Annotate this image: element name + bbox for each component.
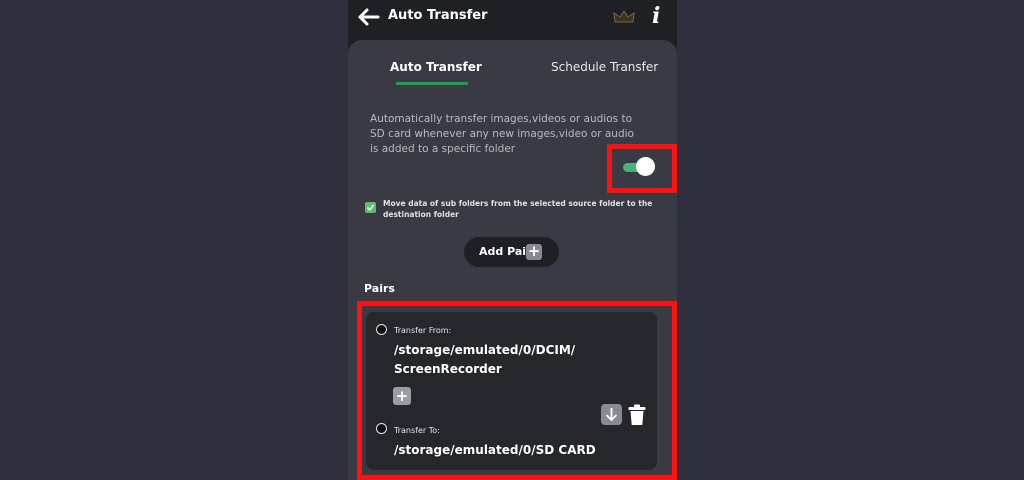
plus-icon: + (526, 242, 542, 260)
checkmark-icon (366, 204, 375, 212)
toggle-highlight-box (607, 144, 677, 193)
auto-transfer-description: Automatically transfer images,videos or … (370, 113, 634, 155)
tab-auto-transfer[interactable]: Auto Transfer (390, 60, 482, 74)
tab-schedule-transfer[interactable]: Schedule Transfer (551, 60, 658, 74)
active-tab-indicator (396, 82, 468, 85)
app-bar: Auto Transfer i (348, 0, 677, 38)
pairs-heading: Pairs (364, 282, 395, 295)
back-arrow-icon[interactable] (358, 8, 380, 26)
page-title: Auto Transfer (388, 8, 488, 23)
subfolder-checkbox-label: Move data of sub folders from the select… (383, 199, 653, 219)
crown-icon[interactable] (613, 10, 635, 24)
phone-screen: Auto Transfer i Auto Transfer Schedule T… (348, 0, 677, 480)
subfolder-checkbox[interactable] (365, 202, 376, 213)
add-pair-label: Add Pair (479, 245, 532, 258)
add-pair-button[interactable]: Add Pair + (464, 237, 559, 267)
info-icon[interactable]: i (652, 3, 660, 29)
pair-highlight-box (357, 301, 677, 480)
main-card: Auto Transfer Schedule Transfer Automati… (348, 40, 677, 480)
